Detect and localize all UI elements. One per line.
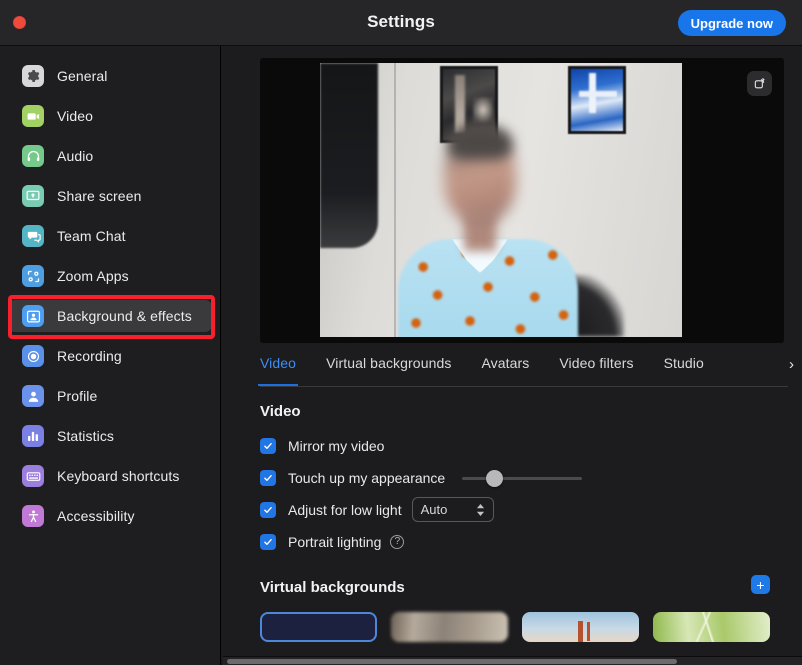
low-light-mode-select[interactable]: Auto [411, 497, 494, 522]
flip-camera-icon[interactable] [747, 71, 772, 96]
sidebar-item-team-chat[interactable]: Team Chat [8, 220, 212, 252]
sidebar-item-label: Zoom Apps [57, 268, 129, 284]
sidebar-item-audio[interactable]: Audio [8, 140, 212, 172]
sidebar-item-statistics[interactable]: Statistics [8, 420, 212, 452]
sidebar-item-label: Accessibility [57, 508, 135, 524]
person-icon [22, 385, 44, 407]
chevron-right-icon[interactable]: › [789, 355, 794, 375]
person-frame-icon [22, 305, 44, 327]
question-mark-icon[interactable]: ? [390, 534, 405, 549]
slider-thumb[interactable] [486, 469, 504, 487]
chevron-up-down-icon [476, 503, 485, 516]
record-circle-icon [22, 345, 44, 367]
virtual-backgrounds-section: Virtual backgrounds + [260, 575, 788, 642]
sidebar-item-label: Audio [57, 148, 94, 164]
keyboard-icon [22, 465, 44, 487]
zoom-apps-icon [22, 265, 44, 287]
option-label: Adjust for low light [288, 501, 402, 518]
checkbox-touch-up-my-appearance[interactable] [260, 469, 276, 486]
video-section-title: Video [260, 403, 301, 420]
sidebar-item-video[interactable]: Video [8, 100, 212, 132]
title-bar: Settings Upgrade now [0, 0, 802, 46]
vb-thumb-bridge[interactable] [522, 612, 639, 642]
option-label: Touch up my appearance [288, 469, 446, 486]
tab-virtual-backgrounds[interactable]: Virtual backgrounds [326, 355, 451, 386]
sidebar-item-accessibility[interactable]: Accessibility [8, 500, 212, 532]
wall-edge [394, 63, 396, 337]
sidebar-item-label: General [57, 68, 108, 84]
option-row-touch-up-my-appearance: Touch up my appearance [260, 466, 802, 489]
horizontal-scrollbar[interactable] [223, 656, 802, 665]
settings-window: Settings Upgrade now General Video Audio [0, 0, 802, 665]
checkbox-mirror-my-video[interactable] [260, 437, 276, 454]
sidebar-item-label: Profile [57, 388, 98, 404]
sidebar-item-recording[interactable]: Recording [8, 340, 212, 372]
sidebar-item-keyboard-shortcuts[interactable]: Keyboard shortcuts [8, 460, 212, 492]
virtual-backgrounds-title: Virtual backgrounds [260, 579, 405, 596]
bar-chart-icon [22, 425, 44, 447]
tab-studio-effects[interactable]: Studio effects [664, 355, 706, 386]
touch-up-slider[interactable] [462, 469, 583, 487]
vb-thumb-blur[interactable] [391, 612, 508, 642]
dark-curtain [320, 63, 378, 248]
select-value: Auto [420, 502, 448, 517]
option-row-mirror-my-video: Mirror my video [260, 434, 802, 457]
sidebar-item-general[interactable]: General [8, 60, 212, 92]
video-settings-section: Video Mirror my video Touch up my appear… [260, 403, 802, 553]
tab-avatars[interactable]: Avatars [481, 355, 529, 386]
tab-video-filters[interactable]: Video filters [559, 355, 633, 386]
settings-content: Video Virtual backgrounds Avatars Video … [222, 46, 802, 665]
option-row-adjust-for-low-light: Adjust for low light Auto [260, 497, 802, 522]
share-screen-icon [22, 185, 44, 207]
slider-track [462, 476, 583, 480]
sidebar-item-zoom-apps[interactable]: Zoom Apps [8, 260, 212, 292]
option-label: Portrait lighting [288, 533, 382, 550]
video-camera-icon [22, 105, 44, 127]
add-background-button[interactable]: + [751, 575, 770, 594]
sidebar-item-label: Statistics [57, 428, 115, 444]
gear-icon [22, 65, 44, 87]
sidebar-item-label: Share screen [57, 188, 142, 204]
vb-thumb-grass[interactable] [653, 612, 770, 642]
headphones-icon [22, 145, 44, 167]
sidebar-item-label: Video [57, 108, 94, 124]
accessibility-icon [22, 505, 44, 527]
sidebar-item-label: Recording [57, 348, 122, 364]
sidebar-item-label: Background & effects [57, 308, 192, 324]
tab-video[interactable]: Video [257, 355, 299, 386]
option-row-portrait-lighting: Portrait lighting ? [260, 530, 802, 553]
sidebar-item-label: Keyboard shortcuts [57, 468, 180, 484]
virtual-background-thumbnails [260, 612, 788, 642]
upgrade-now-button[interactable]: Upgrade now [677, 10, 786, 36]
scrollbar-thumb[interactable] [227, 659, 677, 664]
checkbox-portrait-lighting[interactable] [260, 533, 276, 550]
wall-picture-right [568, 66, 626, 134]
settings-sidebar: General Video Audio Share screen Team Ch [0, 46, 221, 665]
camera-feed [320, 63, 682, 337]
sidebar-item-background-and-effects[interactable]: Background & effects [8, 300, 212, 332]
option-label: Mirror my video [288, 437, 385, 454]
person-hair [448, 125, 512, 159]
sidebar-item-share-screen[interactable]: Share screen [8, 180, 212, 212]
video-preview [260, 58, 784, 343]
settings-tab-bar: Video Virtual backgrounds Avatars Video … [257, 355, 794, 387]
chat-bubbles-icon [22, 225, 44, 247]
sidebar-item-profile[interactable]: Profile [8, 380, 212, 412]
vb-thumb-none[interactable] [260, 612, 377, 642]
sidebar-item-label: Team Chat [57, 228, 126, 244]
checkbox-adjust-for-low-light[interactable] [260, 501, 276, 518]
